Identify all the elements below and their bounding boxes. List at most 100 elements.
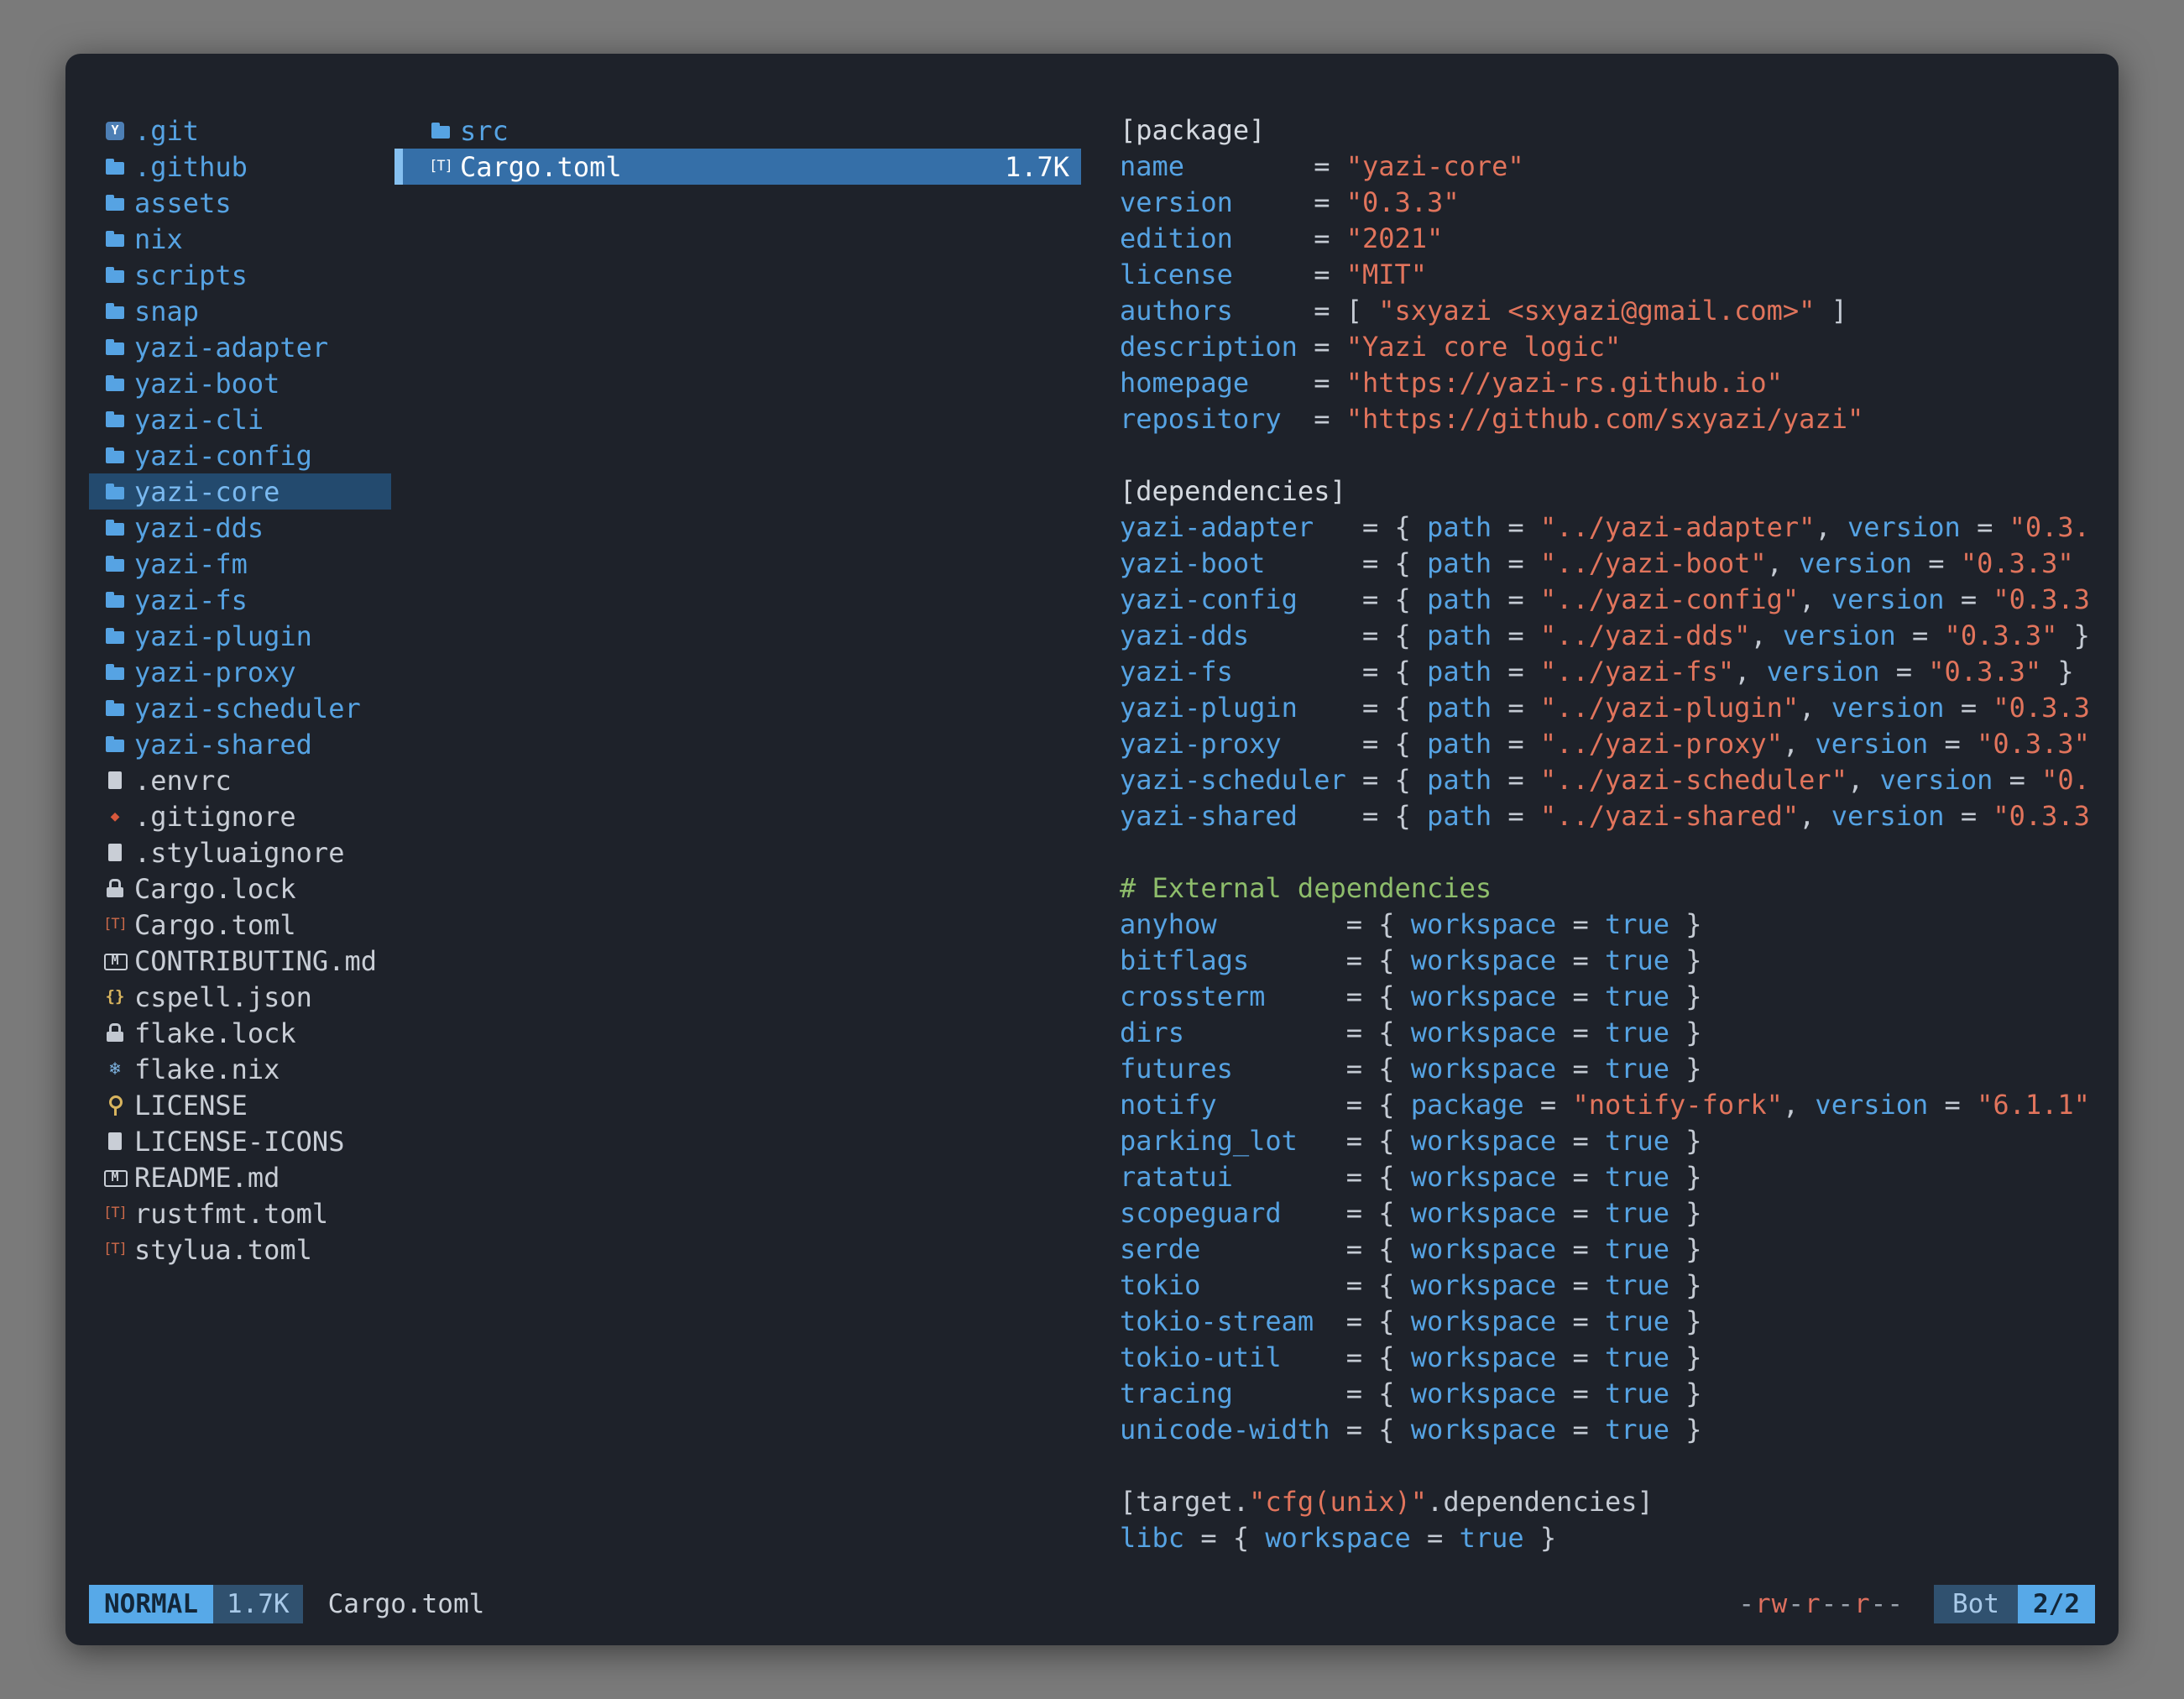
entry-yazi-scheduler[interactable]: yazi-scheduler	[89, 690, 391, 726]
toml-icon: [T]	[428, 149, 453, 185]
entry-flake.lock[interactable]: flake.lock	[89, 1015, 391, 1051]
folder-icon	[102, 257, 128, 293]
entry-name: LICENSE	[134, 1090, 248, 1121]
entry-name: yazi-adapter	[134, 332, 328, 363]
toml-icon: [T]	[102, 1231, 128, 1268]
entry-LICENSE-ICONS[interactable]: LICENSE-ICONS	[89, 1123, 391, 1159]
preview-line: # External dependencies	[1120, 870, 2092, 907]
file-icon	[102, 834, 128, 870]
entry-rustfmt.toml[interactable]: [T]rustfmt.toml	[89, 1195, 391, 1231]
preview-line: yazi-proxy = { path = "../yazi-proxy", v…	[1120, 726, 2092, 762]
entry-name: rustfmt.toml	[134, 1198, 328, 1230]
entry-name: yazi-dds	[134, 512, 264, 544]
preview-line: scopeguard = { workspace = true }	[1120, 1195, 2092, 1231]
entry-assets[interactable]: assets	[89, 185, 391, 221]
mode-badge: NORMAL	[89, 1585, 213, 1623]
preview-line: yazi-adapter = { path = "../yazi-adapter…	[1120, 510, 2092, 546]
entry-.envrc[interactable]: .envrc	[89, 762, 391, 798]
folder-icon	[102, 690, 128, 726]
folder-icon	[102, 618, 128, 654]
entry-name: nix	[134, 223, 183, 255]
entry-yazi-dds[interactable]: yazi-dds	[89, 510, 391, 546]
preview-line: name = "yazi-core"	[1120, 149, 2092, 185]
entry-LICENSE[interactable]: LICENSE	[89, 1087, 391, 1123]
preview-line: unicode-width = { workspace = true }	[1120, 1412, 2092, 1448]
entry-name: snap	[134, 295, 199, 327]
preview-line: yazi-fs = { path = "../yazi-fs", version…	[1120, 654, 2092, 690]
entry-yazi-proxy[interactable]: yazi-proxy	[89, 654, 391, 690]
preview-line: parking_lot = { workspace = true }	[1120, 1123, 2092, 1159]
entry-name: .github	[134, 151, 248, 183]
scroll-position-label: Bot	[1934, 1585, 2018, 1623]
file-preview-pane[interactable]: [package]name = "yazi-core"version = "0.…	[1120, 112, 2092, 1595]
entry-stylua.toml[interactable]: [T]stylua.toml	[89, 1231, 391, 1268]
preview-line: version = "0.3.3"	[1120, 185, 2092, 221]
entry-yazi-boot[interactable]: yazi-boot	[89, 365, 391, 401]
entry-snap[interactable]: snap	[89, 293, 391, 329]
entry-Cargo.lock[interactable]: Cargo.lock	[89, 870, 391, 907]
entry-yazi-config[interactable]: yazi-config	[89, 437, 391, 473]
entry-.git[interactable]: .git	[89, 112, 391, 149]
entry-yazi-plugin[interactable]: yazi-plugin	[89, 618, 391, 654]
file-icon	[102, 1123, 128, 1159]
preview-line: futures = { workspace = true }	[1120, 1051, 2092, 1087]
folder-icon	[428, 112, 453, 149]
entry-cspell.json[interactable]: {}cspell.json	[89, 979, 391, 1015]
entry-.github[interactable]: .github	[89, 149, 391, 185]
entry-yazi-shared[interactable]: yazi-shared	[89, 726, 391, 762]
preview-line: dirs = { workspace = true }	[1120, 1015, 2092, 1051]
entry-yazi-fs[interactable]: yazi-fs	[89, 582, 391, 618]
preview-line: yazi-shared = { path = "../yazi-shared",…	[1120, 798, 2092, 834]
preview-line: notify = { package = "notify-fork", vers…	[1120, 1087, 2092, 1123]
preview-line: yazi-config = { path = "../yazi-config",…	[1120, 582, 2092, 618]
current-directory-pane: src[T]Cargo.toml1.7K	[394, 112, 1081, 185]
entry-name: Cargo.toml	[134, 909, 296, 941]
folder-icon	[102, 365, 128, 401]
toml-icon: [T]	[102, 907, 128, 943]
entry-name: yazi-proxy	[134, 656, 296, 688]
preview-line: [target."cfg(unix)".dependencies]	[1120, 1484, 2092, 1520]
key-icon	[102, 1087, 128, 1123]
selection-marker	[394, 149, 403, 185]
diamond-icon: ◆	[102, 798, 128, 834]
entry-scripts[interactable]: scripts	[89, 257, 391, 293]
folder-icon	[102, 221, 128, 257]
nix-icon: ❄	[102, 1051, 128, 1087]
entry-.styluaignore[interactable]: .styluaignore	[89, 834, 391, 870]
entry-Cargo.toml[interactable]: [T]Cargo.toml1.7K	[394, 149, 1081, 185]
preview-line: ratatui = { workspace = true }	[1120, 1159, 2092, 1195]
entry-name: LICENSE-ICONS	[134, 1126, 344, 1158]
json-icon: {}	[102, 979, 128, 1015]
lock-icon	[102, 1015, 128, 1051]
preview-line: tracing = { workspace = true }	[1120, 1376, 2092, 1412]
entry-CONTRIBUTING.md[interactable]: MCONTRIBUTING.md	[89, 943, 391, 979]
entry-.gitignore[interactable]: ◆.gitignore	[89, 798, 391, 834]
entry-yazi-adapter[interactable]: yazi-adapter	[89, 329, 391, 365]
preview-line: yazi-dds = { path = "../yazi-dds", versi…	[1120, 618, 2092, 654]
entry-src[interactable]: src	[394, 112, 1081, 149]
entry-name: yazi-core	[134, 476, 280, 508]
entry-yazi-fm[interactable]: yazi-fm	[89, 546, 391, 582]
folder-icon	[102, 293, 128, 329]
preview-line: yazi-scheduler = { path = "../yazi-sched…	[1120, 762, 2092, 798]
entry-name: yazi-plugin	[134, 620, 312, 652]
preview-line	[1120, 1448, 2092, 1484]
entry-nix[interactable]: nix	[89, 221, 391, 257]
folder-icon	[102, 473, 128, 510]
entry-Cargo.toml[interactable]: [T]Cargo.toml	[89, 907, 391, 943]
cursor-position-badge: 2/2	[2018, 1585, 2095, 1623]
entry-name: yazi-scheduler	[134, 693, 361, 724]
entry-name: flake.lock	[134, 1017, 296, 1049]
entry-flake.nix[interactable]: ❄flake.nix	[89, 1051, 391, 1087]
md-icon: M	[102, 943, 128, 979]
entry-README.md[interactable]: MREADME.md	[89, 1159, 391, 1195]
entry-name: assets	[134, 187, 232, 219]
entry-yazi-core[interactable]: yazi-core	[89, 473, 391, 510]
entry-name: stylua.toml	[134, 1234, 312, 1266]
file-permissions: -rw-r--r--	[1738, 1589, 1904, 1619]
md-icon: M	[102, 1159, 128, 1195]
entry-yazi-cli[interactable]: yazi-cli	[89, 401, 391, 437]
entry-name: .git	[134, 115, 199, 147]
entry-name: .gitignore	[134, 801, 296, 833]
preview-line: edition = "2021"	[1120, 221, 2092, 257]
